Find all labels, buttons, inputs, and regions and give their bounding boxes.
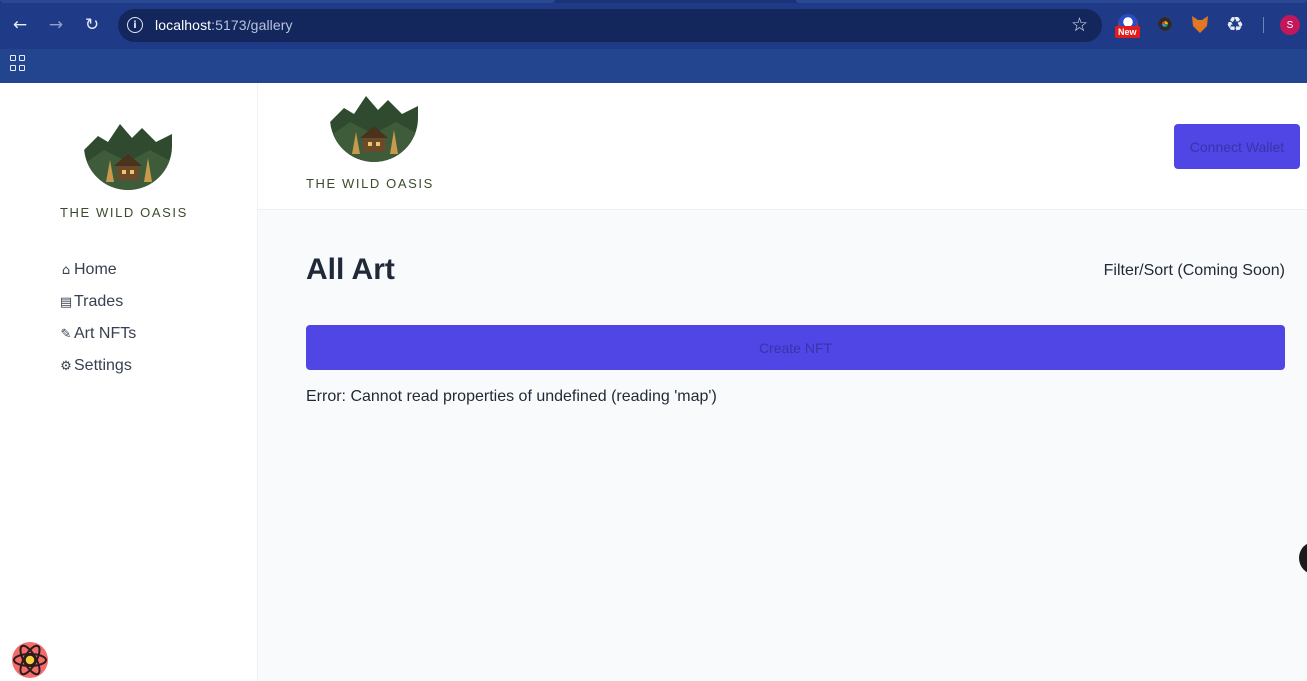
reload-icon[interactable]: ↻	[79, 12, 105, 38]
cash-icon: ▤	[59, 294, 73, 310]
filter-sort-label: Filter/Sort (Coming Soon)	[1103, 262, 1285, 279]
page-title: All Art	[306, 253, 395, 286]
toolbar-divider	[1263, 17, 1264, 33]
sidebar-logo-icon	[84, 120, 172, 190]
sidebar-item-label: Home	[74, 261, 117, 278]
sidebar-item-home[interactable]: ⌂ Home	[58, 259, 117, 281]
gear-icon: ⚙	[60, 358, 72, 374]
sidebar-item-art-nfts[interactable]: ✎ Art NFTs	[58, 323, 137, 345]
bookmarks-bar	[0, 49, 1307, 83]
sidebar-item-settings[interactable]: ⚙ Settings	[58, 355, 132, 377]
url-path: :5173/gallery	[211, 17, 293, 33]
sidebar-item-label: Settings	[74, 357, 132, 374]
sidebar-item-trades[interactable]: ▤ Trades	[58, 291, 123, 313]
bookmark-star-icon[interactable]: ☆	[1071, 14, 1088, 36]
error-message: Error: Cannot read properties of undefin…	[306, 388, 717, 405]
header-logo-text: THE WILD OASIS	[306, 176, 434, 191]
sidebar-logo-text: THE WILD OASIS	[60, 205, 188, 220]
main-content	[258, 210, 1307, 681]
extension-fox-icon[interactable]	[1192, 16, 1208, 33]
address-bar[interactable]: i localhost:5173/gallery ☆	[118, 9, 1102, 42]
extension-color-icon[interactable]	[1155, 14, 1175, 34]
tab-active-edge[interactable]	[0, 0, 555, 3]
sidebar-item-label: Trades	[74, 293, 124, 310]
sidebar-item-label: Art NFTs	[74, 325, 137, 342]
tab-edge[interactable]	[796, 0, 1307, 3]
extensions-puzzle-icon[interactable]: ♻	[1226, 12, 1244, 36]
profile-avatar[interactable]: S	[1280, 15, 1300, 35]
back-arrow-icon[interactable]: ←	[7, 12, 33, 38]
react-devtools-icon[interactable]	[9, 640, 51, 680]
forward-arrow-icon[interactable]: →	[43, 12, 69, 38]
new-badge: New	[1115, 26, 1140, 38]
url-text[interactable]: localhost:5173/gallery	[155, 17, 293, 33]
site-info-icon[interactable]: i	[127, 17, 143, 33]
connect-wallet-button[interactable]: Connect Wallet	[1174, 124, 1300, 169]
brush-icon: ✎	[60, 326, 72, 342]
home-icon: ⌂	[61, 262, 71, 278]
create-nft-button[interactable]: Create NFT	[306, 325, 1285, 370]
url-host: localhost	[155, 17, 212, 33]
sidebar: THE WILD OASIS ⌂ Home ▤ Trades ✎ Art NFTs ⚙…	[0, 83, 258, 681]
header-logo-icon	[330, 92, 418, 162]
apps-grid-icon[interactable]	[10, 55, 26, 71]
browser-toolbar: ← → ↻ i localhost:5173/gallery ☆ New ♻ S	[0, 0, 1307, 49]
